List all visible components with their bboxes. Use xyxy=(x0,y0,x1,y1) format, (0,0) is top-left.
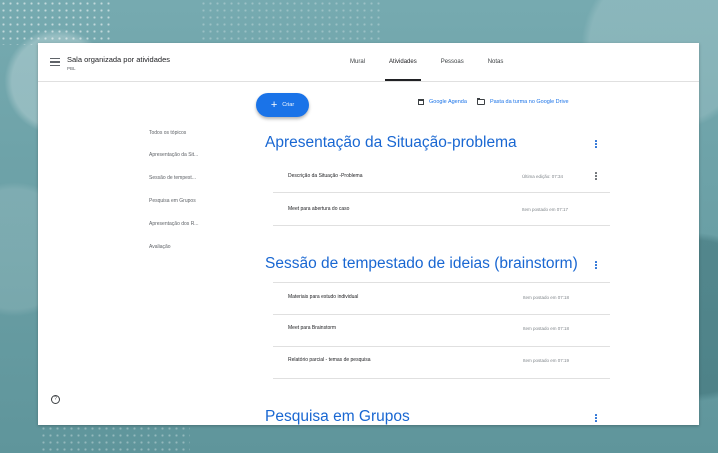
list-item-title[interactable]: Materiais para estudo individual xyxy=(288,294,358,300)
list-item-meta: Item postado em 07:19 xyxy=(523,358,570,363)
tab-bar: Mural Atividades Pessoas Notas xyxy=(338,43,515,81)
tab-atividades[interactable]: Atividades xyxy=(377,43,429,81)
help-icon[interactable]: ? xyxy=(51,395,60,404)
tab-mural[interactable]: Mural xyxy=(338,43,377,81)
list-item-meta: Item postado em 07:18 xyxy=(523,326,570,331)
divider xyxy=(273,225,610,226)
topic-sessao[interactable]: Sessão de tempest... xyxy=(149,175,196,181)
top-bar: Sala organizada por atividades PBL Mural… xyxy=(38,43,699,82)
calendar-link-label: Google Agenda xyxy=(429,99,467,105)
list-item-title[interactable]: Relatório parcial - temas de pesquisa xyxy=(288,357,371,363)
list-item-title[interactable]: Meet para abertura do caso xyxy=(288,206,349,212)
create-label: Criar xyxy=(282,102,295,108)
calendar-link[interactable]: Google Agenda xyxy=(418,99,467,105)
divider xyxy=(273,282,610,283)
drive-folder-label: Pasta da turma no Google Drive xyxy=(489,99,569,105)
decorative-dots xyxy=(200,0,380,40)
list-item-title[interactable]: Descrição da Situação -Problema xyxy=(288,173,362,179)
create-button[interactable]: + Criar xyxy=(256,93,309,117)
divider xyxy=(273,192,610,193)
topic-apresentacao[interactable]: Apresentação da Sit... xyxy=(149,152,198,158)
divider xyxy=(273,314,610,315)
list-item-meta: Última edição: 07:34 xyxy=(522,174,564,179)
class-name[interactable]: Sala organizada por atividades xyxy=(67,55,170,64)
list-item-meta: Item postado em 07:18 xyxy=(523,295,570,300)
topic-all[interactable]: Todos os tópicos xyxy=(149,130,186,136)
list-item-meta: Item postado em 07:17 xyxy=(522,207,569,212)
tab-notas[interactable]: Notas xyxy=(476,43,516,81)
section-title[interactable]: Sessão de tempestado de ideias (brainsto… xyxy=(265,255,578,273)
class-links: Google Agenda Pasta da turma no Google D… xyxy=(418,98,569,105)
class-section: PBL xyxy=(67,66,76,71)
decorative-dots xyxy=(0,0,110,45)
plus-icon: + xyxy=(270,98,278,111)
classroom-window: Sala organizada por atividades PBL Mural… xyxy=(38,43,699,425)
decorative-dots xyxy=(40,425,190,453)
topic-pesquisa[interactable]: Pesquisa em Grupos xyxy=(149,198,196,204)
topic-apresentacao-resultados[interactable]: Apresentação dos R... xyxy=(149,221,198,227)
section-title[interactable]: Pesquisa em Grupos xyxy=(265,408,410,425)
folder-icon xyxy=(476,98,485,105)
list-item-title[interactable]: Meet para Brainstorm xyxy=(288,325,336,331)
drive-folder-link[interactable]: Pasta da turma no Google Drive xyxy=(476,98,569,105)
divider xyxy=(273,378,610,379)
menu-icon[interactable] xyxy=(50,58,60,66)
item-more-icon[interactable] xyxy=(595,172,597,181)
divider xyxy=(273,346,610,347)
section-more-icon[interactable] xyxy=(595,140,597,149)
section-more-icon[interactable] xyxy=(595,261,597,270)
calendar-icon xyxy=(418,99,424,105)
topic-avaliacao[interactable]: Avaliação xyxy=(149,244,171,250)
section-title[interactable]: Apresentação da Situação-problema xyxy=(265,134,517,152)
section-more-icon[interactable] xyxy=(595,414,597,423)
tab-pessoas[interactable]: Pessoas xyxy=(429,43,476,81)
